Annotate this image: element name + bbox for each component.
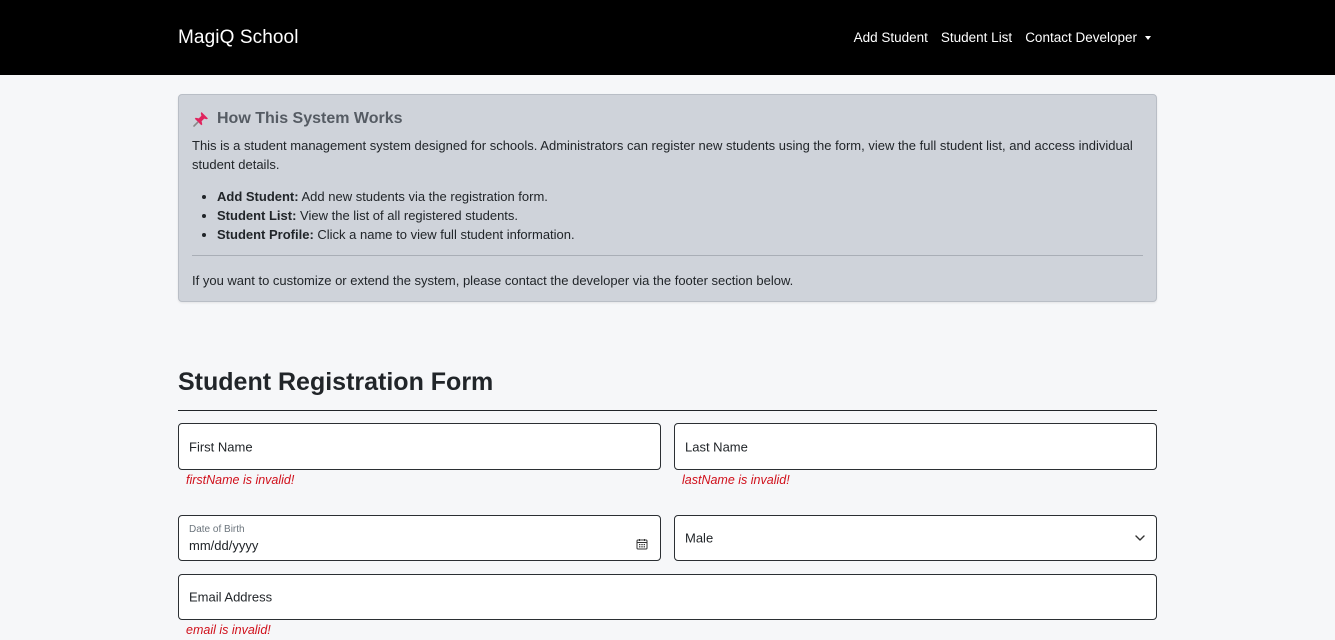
date-of-birth-input[interactable]: Date of Birth mm/dd/yyyy	[178, 515, 661, 561]
info-card-intro: This is a student management system desi…	[192, 138, 1133, 172]
email-input[interactable]: Email Address	[178, 574, 1157, 620]
nav-student-list[interactable]: Student List	[941, 30, 1012, 45]
chevron-down-icon	[1135, 535, 1145, 541]
last-name-error: lastName is invalid!	[682, 473, 790, 487]
nav-links: Add Student Student List Contact Develop…	[854, 30, 1151, 45]
info-card-title: How This System Works	[217, 110, 403, 127]
info-card: How This System Works This is a student …	[178, 94, 1157, 302]
list-item-desc: Add new students via the registration fo…	[298, 189, 548, 204]
pushpin-icon	[193, 112, 208, 127]
last-name-placeholder: Last Name	[685, 439, 748, 454]
nav-add-student[interactable]: Add Student	[854, 30, 928, 45]
info-card-list: Add Student: Add new students via the re…	[192, 187, 1143, 244]
info-card-divider	[192, 255, 1143, 256]
form-title-divider	[178, 410, 1157, 411]
list-item-term: Student Profile:	[217, 227, 314, 242]
date-of-birth-value: mm/dd/yyyy	[189, 538, 259, 553]
nav-contact-developer-label: Contact Developer	[1025, 30, 1137, 45]
date-of-birth-label: Date of Birth	[189, 524, 245, 535]
list-item-term: Student List:	[217, 208, 297, 223]
list-item: Student Profile: Click a name to view fu…	[217, 225, 1143, 244]
last-name-input[interactable]: Last Name	[674, 423, 1157, 470]
first-name-input[interactable]: First Name	[178, 423, 661, 470]
list-item: Add Student: Add new students via the re…	[217, 187, 1143, 206]
list-item-desc: Click a name to view full student inform…	[313, 227, 575, 242]
list-item-desc: View the list of all registered students…	[296, 208, 519, 223]
info-card-header: How This System Works	[192, 108, 1143, 130]
caret-down-icon	[1145, 36, 1151, 40]
calendar-icon[interactable]	[636, 538, 648, 550]
list-item-term: Add Student:	[217, 189, 299, 204]
info-card-footer: If you want to customize or extend the s…	[192, 273, 794, 288]
list-item: Student List: View the list of all regis…	[217, 206, 1143, 225]
first-name-error: firstName is invalid!	[186, 473, 295, 487]
form-title: Student Registration Form	[178, 368, 494, 396]
gender-selected-value: Male	[685, 530, 714, 546]
nav-contact-developer-dropdown[interactable]: Contact Developer	[1025, 30, 1151, 45]
brand-link[interactable]: MagiQ School	[178, 27, 299, 49]
email-placeholder: Email Address	[189, 589, 273, 605]
gender-select[interactable]: Male	[674, 515, 1157, 561]
email-error: email is invalid!	[186, 623, 271, 637]
navbar: MagiQ School Add Student Student List Co…	[0, 0, 1335, 75]
first-name-placeholder: First Name	[189, 439, 253, 454]
